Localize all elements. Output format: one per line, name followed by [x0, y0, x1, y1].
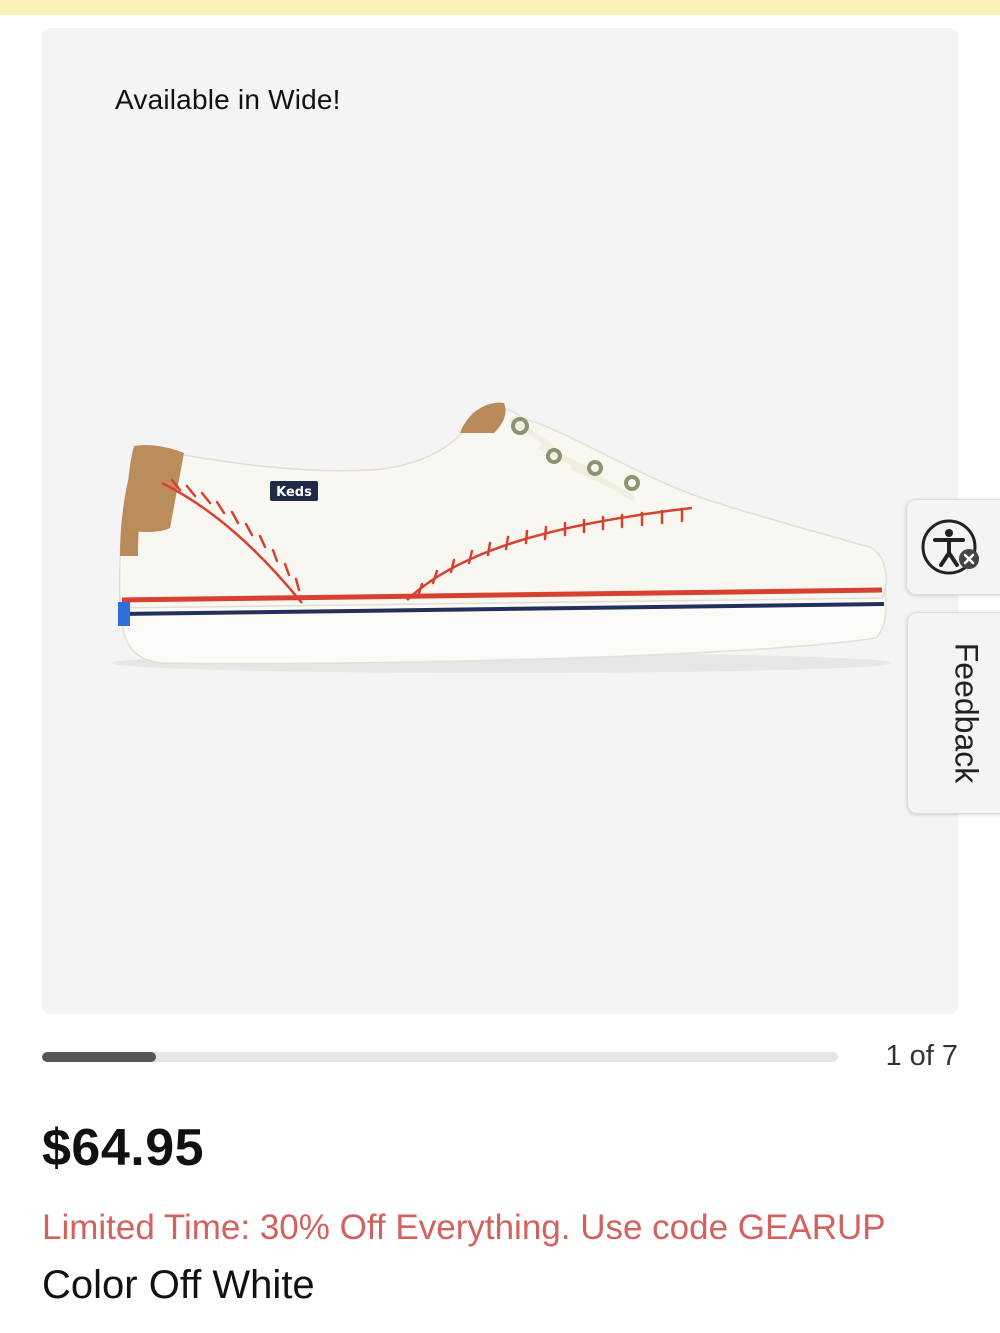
- feedback-label: Feedback: [948, 642, 985, 784]
- top-banner-strip: [0, 0, 1000, 15]
- product-price: $64.95: [42, 1119, 205, 1177]
- gallery-progress: 1 of 7: [42, 1040, 958, 1074]
- promo-message: Limited Time: 30% Off Everything. Use co…: [42, 1208, 886, 1247]
- feedback-tab[interactable]: Feedback: [907, 612, 1000, 814]
- accessibility-widget-button[interactable]: [906, 499, 1000, 595]
- accessibility-icon: [921, 519, 979, 575]
- gallery-progress-track[interactable]: [42, 1052, 838, 1062]
- gallery-progress-fill: [42, 1052, 156, 1062]
- color-selection-label: Color Off White: [42, 1263, 315, 1307]
- brand-logo: Keds: [276, 485, 312, 500]
- wide-availability-badge: Available in Wide!: [115, 84, 341, 115]
- image-counter: 1 of 7: [885, 1040, 958, 1072]
- product-image[interactable]: Keds: [42, 28, 958, 1014]
- product-image-gallery[interactable]: Keds Available in Wide!: [42, 28, 958, 1014]
